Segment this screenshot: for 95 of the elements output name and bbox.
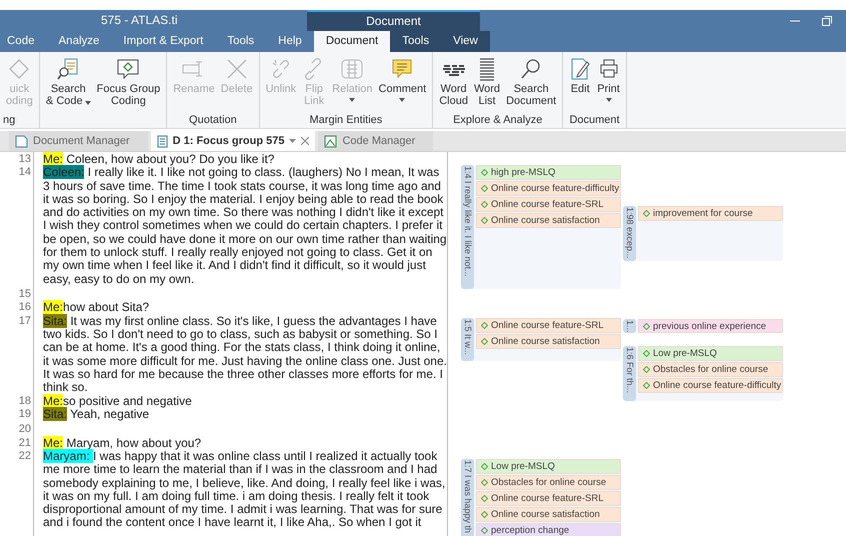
diamond-icon	[643, 210, 650, 217]
line-number: 17	[18, 314, 31, 329]
ribbon-group-label: Quotation	[188, 113, 238, 128]
menu-tab[interactable]: Help	[266, 31, 314, 52]
quotation-label[interactable]: 1:4 I really like it. I like not...	[461, 165, 474, 289]
quotation-label[interactable]: 1:5 It w...	[461, 318, 474, 361]
line-number: 14	[18, 166, 31, 180]
line-number: 19	[18, 408, 31, 422]
code-manager-tab[interactable]: Code Manager	[318, 131, 434, 151]
diamond-icon	[481, 463, 488, 470]
diamond-icon	[643, 322, 650, 330]
code-tag[interactable]: high pre-MSLQ	[476, 165, 621, 180]
menu-tab[interactable]: Analyze	[46, 31, 112, 52]
edit-document-icon	[569, 57, 592, 81]
transcript-text: Maryam: I was happy that it was online class until I realized it actually took me more time to learn the material than if I was in the classroom and I had somebody explaining to me, I believe, like. And doing, I really feel like i was, it was on my full. I am doing full time. i am doing thesis. I really felt it took disproportional amount of my time. I admit i was learning. That was for sure and i found the content once I have learnt it, I like Aha,. So when I got it	[43, 450, 446, 530]
line-number: 18	[18, 394, 31, 408]
ribbon-button[interactable]: Print	[594, 55, 623, 102]
code-tag[interactable]: Online course feature-difficulty	[638, 378, 783, 393]
transcript-text: Sita: It was my first online class. So it's like, I guess the advantages I have two kids. So I don't need to go to class, such as babysit or something. So I can be at home. It's a good thing. For the stats class, I think doing it online, it was some more difficult for me. Just having the online class one. Just one. It was so hard for me because the three other classes more efforts for me. I think so.	[43, 314, 447, 395]
diamond-icon	[481, 511, 488, 518]
ribbon-group-label: Margin Entities	[308, 113, 384, 128]
transcript-text: Me:how about Sita?	[43, 301, 150, 315]
diamond-icon	[481, 527, 488, 534]
code-tag[interactable]: previous online experience	[638, 319, 783, 333]
code-tag[interactable]: Online course satisfaction	[476, 213, 621, 228]
document-manager-tab[interactable]: Document Manager	[9, 131, 148, 151]
diamond-icon	[481, 217, 488, 224]
line-number: 21	[18, 436, 31, 450]
code-tag[interactable]: perception change	[476, 523, 621, 536]
transcript-text: Me:so positive and negative	[43, 394, 193, 408]
speech-bubble-icon	[115, 57, 142, 81]
diamond-icon	[8, 58, 30, 80]
table-icon	[339, 57, 366, 81]
ribbon-button[interactable]: Edit	[566, 55, 594, 95]
search-document-icon	[56, 57, 80, 81]
code-tag[interactable]: Online course feature-difficulty	[476, 181, 621, 196]
line-number: 16	[18, 301, 31, 315]
printer-icon	[598, 58, 620, 80]
document-icon	[156, 134, 168, 148]
context-tab-group: Document	[307, 10, 480, 31]
diamond-icon	[481, 338, 488, 345]
diamond-icon	[643, 350, 650, 357]
window-title: 575 - ATLAS.ti	[100, 12, 178, 29]
ribbon-group-label: Explore & Analyze	[452, 113, 544, 128]
ribbon-button[interactable]: Search & Code	[42, 55, 94, 107]
menu-tab[interactable]: Code	[0, 31, 46, 52]
transcript-text: Coleen: I really like it. I like not going to class. (laughers) No I mean, It was 3 hours of save time. The time I took stats course, it was long time ago and it was so boring. So I enjoy the material. I enjoy being able to read the book and do activities on my own time. So there was nothing I didn't like it except I wish they control sometimes when we could do certain chapters. I prefer it be open, so we could have done it more on our own time rather than waiting for them to unlock stuff. I really really enjoyed not going to class. Get it on my own time when I feel like it. And I didn't find it difficult, so it would just easy, easy to do on my own.	[43, 166, 447, 286]
menu-tab[interactable]: Tools	[215, 31, 266, 52]
code-tag[interactable]: Online course feature-SRL	[476, 491, 621, 506]
quotation-label[interactable]: 1:6 For th...	[623, 346, 636, 401]
code-tag[interactable]: Online course satisfaction	[476, 507, 621, 522]
document-icon	[15, 134, 28, 148]
line-number: 13	[18, 153, 31, 166]
ribbon-button[interactable]: Focus Group Coding	[94, 55, 164, 107]
line-number: 20	[18, 423, 31, 437]
code-tag[interactable]: Low pre-MSLQ	[638, 346, 783, 361]
diamond-icon	[643, 382, 650, 389]
menu-tab[interactable]: Import & Export	[111, 31, 216, 52]
diamond-icon	[643, 366, 650, 373]
code-tag[interactable]: Online course satisfaction	[476, 334, 621, 349]
close-icon[interactable]	[301, 137, 310, 145]
menu-tab[interactable]: Document	[314, 31, 390, 52]
quotation-label[interactable]: 1:98 excep...	[623, 206, 636, 261]
code-manager-icon	[324, 134, 338, 148]
code-tag[interactable]: improvement for course	[638, 206, 783, 221]
restore-icon[interactable]	[822, 16, 832, 26]
ribbon-button[interactable]: Word Cloud	[436, 55, 471, 107]
open-transcript-tab[interactable]: D 1: Focus group 575	[150, 131, 316, 151]
ribbon-group-label: ng	[3, 113, 16, 128]
code-tag[interactable]: Online course feature-SRL	[476, 318, 621, 333]
transcript-text: Me: Maryam, how about you?	[43, 436, 202, 450]
code-tag[interactable]: Obstacles for online course	[476, 475, 621, 490]
diamond-icon	[481, 495, 488, 502]
comment-icon	[391, 58, 414, 80]
diamond-icon	[481, 479, 488, 486]
caret-icon	[289, 139, 296, 143]
ribbon-button[interactable]: Comment	[376, 55, 430, 102]
code-tag[interactable]: Low pre-MSLQ	[476, 459, 621, 474]
diamond-icon	[481, 322, 488, 329]
ribbon-group-label: Document	[568, 113, 621, 128]
ribbon-button[interactable]: Word List	[470, 55, 504, 107]
diamond-icon	[481, 201, 488, 208]
diamond-icon	[481, 185, 488, 192]
quotation-label[interactable]: 1...	[623, 319, 636, 333]
delete-icon	[224, 57, 249, 81]
code-tag[interactable]: Online course feature-SRL	[476, 197, 621, 212]
code-tag[interactable]: Obstacles for online course	[638, 362, 783, 377]
diamond-icon	[481, 169, 488, 176]
line-number: 15	[18, 288, 31, 302]
transcript-text: Sita: Yeah, negative	[43, 408, 150, 422]
quotation-label[interactable]: 1:7 I was happy th	[461, 459, 474, 536]
ribbon-button[interactable]: Search Document	[503, 55, 560, 107]
minimize-icon[interactable]	[790, 20, 800, 22]
transcript-text: Me: Coleen, how about you? Do you like it?	[43, 153, 276, 166]
line-number: 22	[18, 450, 31, 464]
